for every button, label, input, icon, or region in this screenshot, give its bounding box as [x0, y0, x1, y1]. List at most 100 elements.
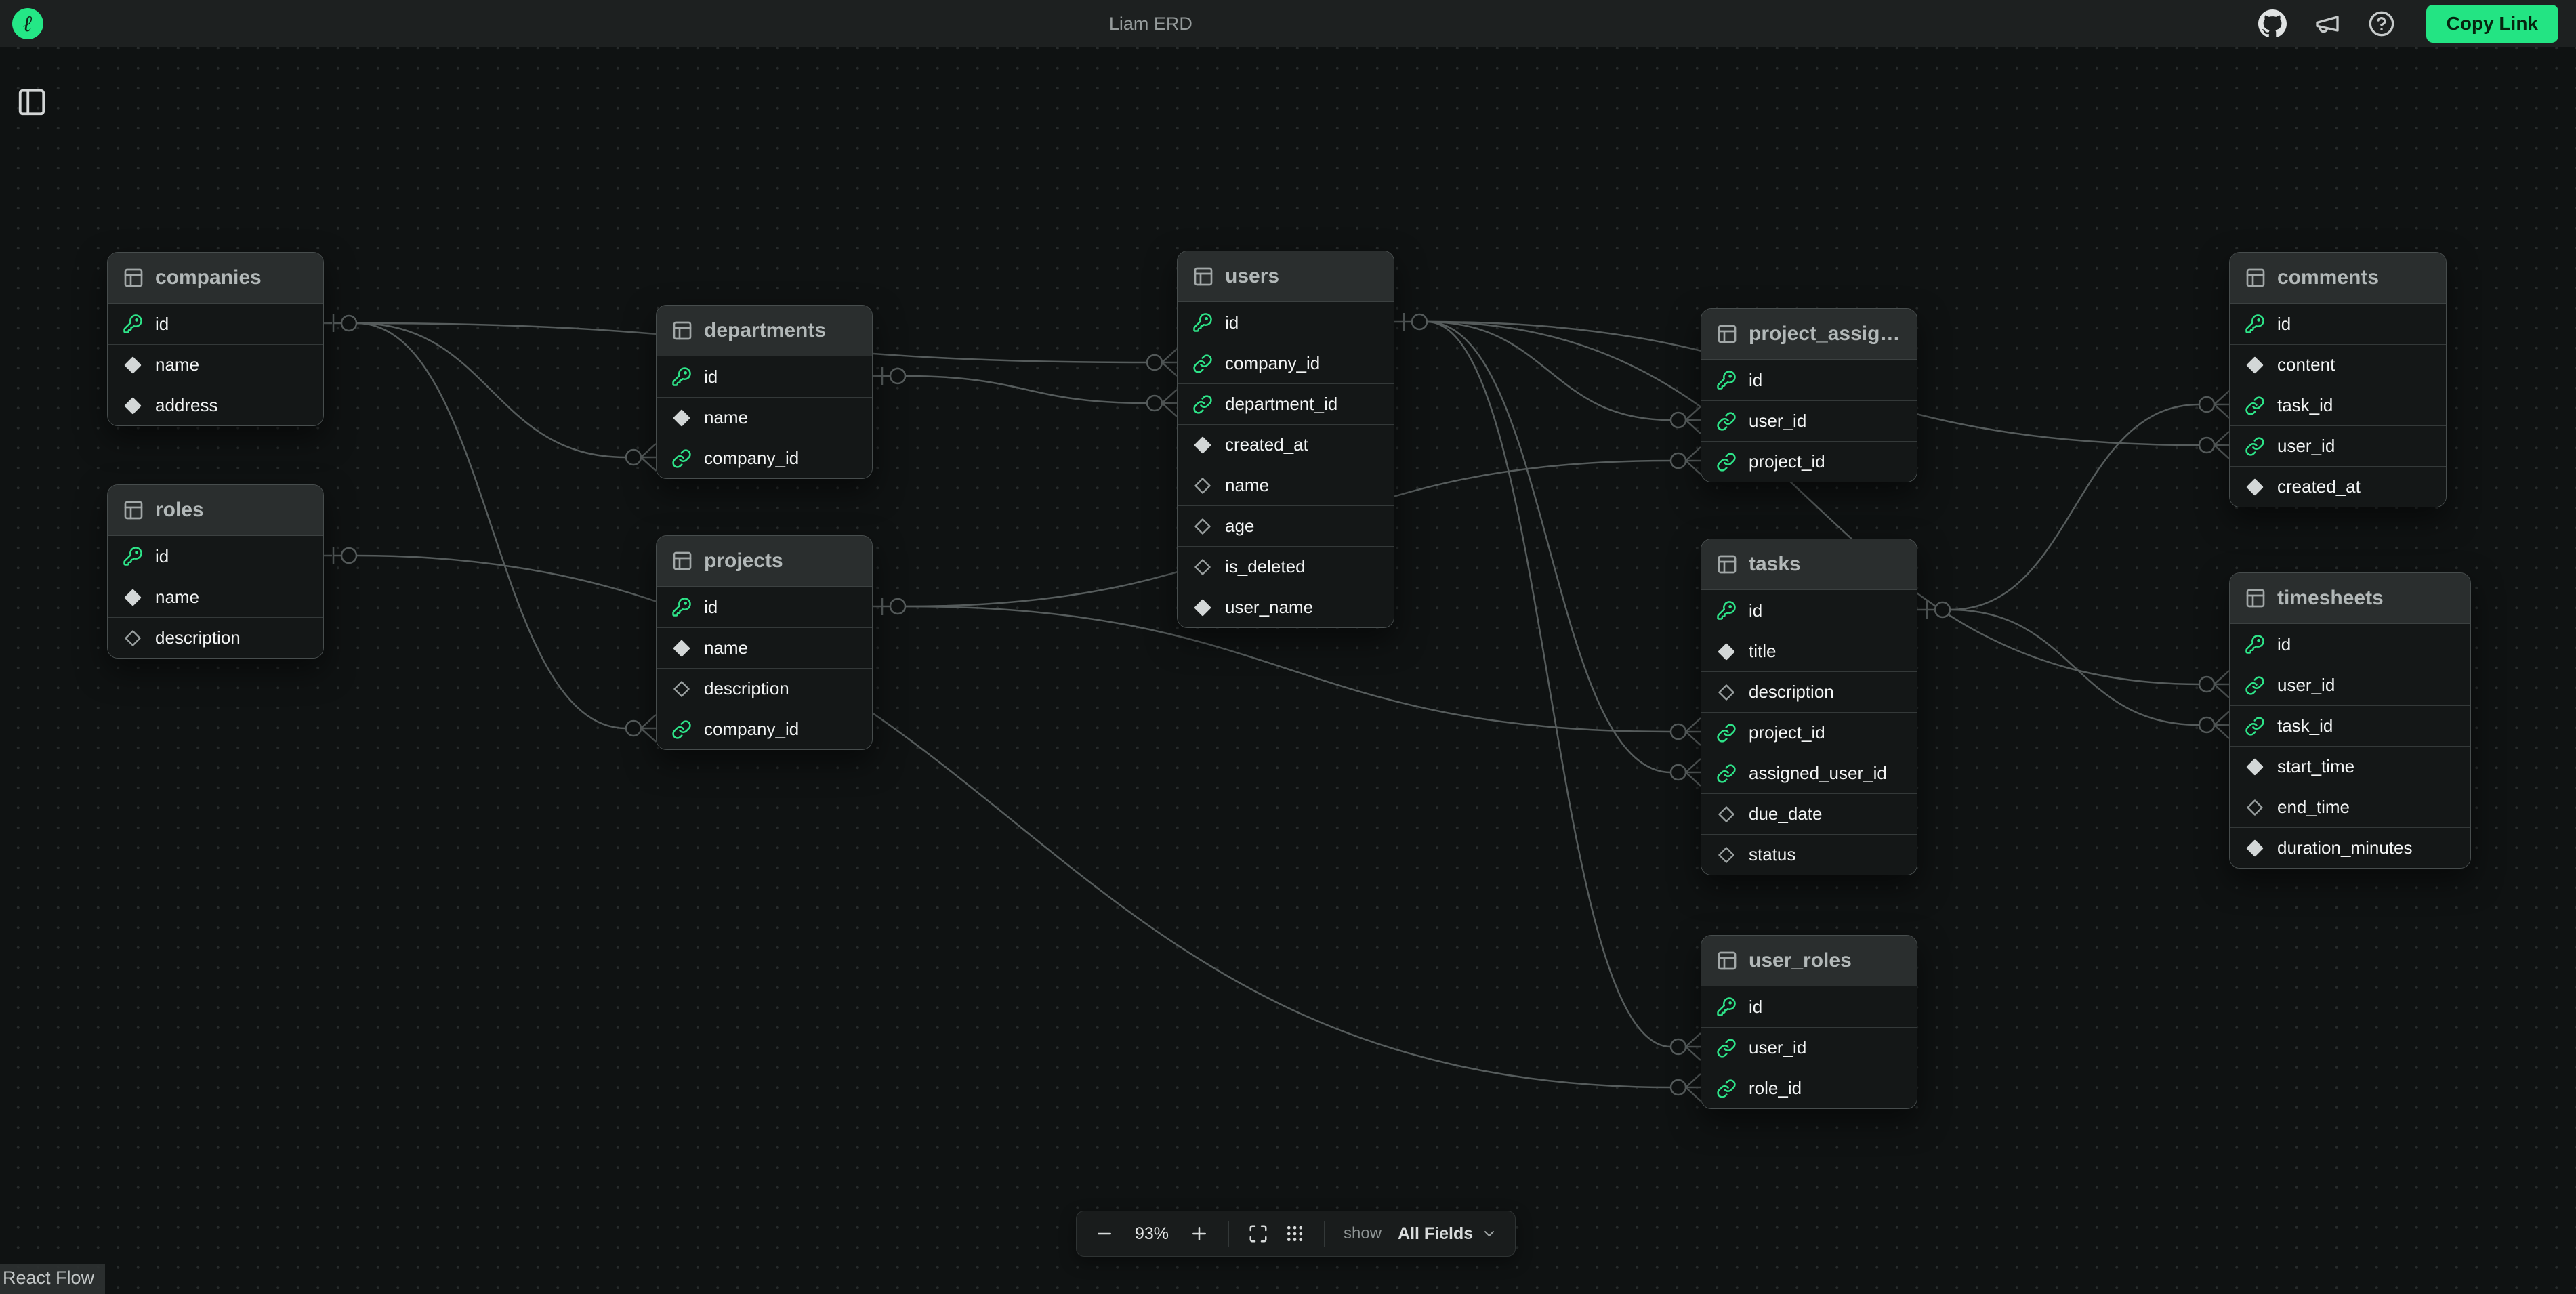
table-header-roles[interactable]: roles	[108, 485, 323, 536]
minus-icon	[1094, 1224, 1115, 1244]
table-header-user_roles[interactable]: user_roles	[1701, 936, 1917, 986]
column-row-users-name[interactable]: name	[1178, 465, 1394, 505]
github-button[interactable]	[2258, 9, 2287, 38]
column-row-user_roles-id[interactable]: id	[1701, 986, 1917, 1027]
edge-roles-id-to-user_roles-role_id[interactable]	[324, 547, 1701, 1101]
column-row-timesheets-id[interactable]: id	[2230, 624, 2470, 665]
table-node-projects[interactable]: projectsidnamedescriptioncompany_id	[656, 535, 873, 750]
fit-view-button[interactable]	[1248, 1224, 1268, 1244]
column-row-users-age[interactable]: age	[1178, 505, 1394, 546]
copy-link-button[interactable]: Copy Link	[2426, 5, 2558, 43]
zoom-in-button[interactable]	[1189, 1224, 1209, 1244]
zoom-out-button[interactable]	[1094, 1224, 1115, 1244]
column-row-timesheets-end_time[interactable]: end_time	[2230, 787, 2470, 827]
primary-key-icon	[123, 314, 143, 334]
show-fields-label: show	[1344, 1224, 1382, 1243]
column-row-user_roles-user_id[interactable]: user_id	[1701, 1027, 1917, 1068]
column-row-roles-description[interactable]: description	[108, 617, 323, 658]
column-row-comments-task_id[interactable]: task_id	[2230, 385, 2446, 425]
column-row-companies-address[interactable]: address	[108, 385, 323, 425]
column-row-comments-content[interactable]: content	[2230, 344, 2446, 385]
column-row-timesheets-task_id[interactable]: task_id	[2230, 705, 2470, 746]
fields-filter-dropdown[interactable]: All Fields	[1398, 1224, 1497, 1244]
column-row-user_roles-role_id[interactable]: role_id	[1701, 1068, 1917, 1108]
column-row-companies-id[interactable]: id	[108, 304, 323, 344]
column-row-projects-name[interactable]: name	[657, 627, 872, 668]
column-name: id	[704, 367, 718, 388]
edge-users-id-to-user_roles-user_id[interactable]	[1427, 322, 1701, 1060]
column-row-comments-id[interactable]: id	[2230, 304, 2446, 344]
primary-key-icon	[1716, 997, 1737, 1017]
column-row-departments-name[interactable]: name	[657, 397, 872, 438]
table-header-departments[interactable]: departments	[657, 306, 872, 356]
table-node-roles[interactable]: roles id name description	[107, 484, 324, 659]
column-row-users-company_id[interactable]: company_id	[1178, 343, 1394, 383]
column-row-users-department_id[interactable]: department_id	[1178, 383, 1394, 424]
help-button[interactable]	[2368, 10, 2395, 37]
column-name: end_time	[2277, 797, 2350, 818]
column-row-tasks-description[interactable]: description	[1701, 671, 1917, 712]
column-name: name	[155, 587, 199, 608]
column-row-projects-description[interactable]: description	[657, 668, 872, 709]
column-row-roles-name[interactable]: name	[108, 577, 323, 617]
edge-companies-id-to-departments-company_id[interactable]	[324, 314, 656, 471]
column-name: id	[2277, 314, 2291, 335]
primary-key-icon	[1192, 312, 1213, 333]
table-node-timesheets[interactable]: timesheetsid user_id task_idstart_time end_…	[2229, 572, 2471, 869]
column-row-project_assignments-project_id[interactable]: project_id	[1701, 441, 1917, 482]
column-name: user_id	[2277, 675, 2335, 696]
column-row-project_assignments-id[interactable]: id	[1701, 360, 1917, 400]
react-flow-attribution[interactable]: React Flow	[0, 1264, 105, 1294]
liam-logo[interactable]: ℓ	[12, 8, 43, 39]
table-node-departments[interactable]: departments id namecompany_id	[656, 305, 873, 479]
edge-users-id-to-project_assignments-user_id[interactable]	[1394, 313, 1701, 434]
column-row-tasks-assigned_user_id[interactable]: assigned_user_id	[1701, 753, 1917, 793]
column-row-companies-name[interactable]: name	[108, 344, 323, 385]
column-row-project_assignments-user_id[interactable]: user_id	[1701, 400, 1917, 441]
edge-companies-id-to-projects-company_id[interactable]	[356, 323, 656, 742]
column-row-projects-id[interactable]: id	[657, 587, 872, 627]
column-row-users-is_deleted[interactable]: is_deleted	[1178, 546, 1394, 587]
column-name: id	[155, 546, 169, 567]
sidebar-toggle-button[interactable]	[16, 87, 47, 118]
column-row-comments-user_id[interactable]: user_id	[2230, 425, 2446, 466]
table-header-comments[interactable]: comments	[2230, 253, 2446, 304]
column-row-tasks-due_date[interactable]: due_date	[1701, 793, 1917, 834]
column-row-tasks-project_id[interactable]: project_id	[1701, 712, 1917, 753]
table-header-tasks[interactable]: tasks	[1701, 539, 1917, 590]
table-node-user_roles[interactable]: user_rolesiduser_idrole_id	[1701, 935, 1917, 1109]
table-node-project_assignments[interactable]: project_assignmentsiduser_idproject_id	[1701, 308, 1917, 482]
table-node-users[interactable]: usersidcompany_iddepartment_idcreated_at…	[1177, 251, 1394, 628]
primary-key-icon	[2245, 314, 2265, 334]
column-row-users-user_name[interactable]: user_name	[1178, 587, 1394, 627]
column-row-departments-id[interactable]: id	[657, 356, 872, 397]
column-row-users-id[interactable]: id	[1178, 302, 1394, 343]
erd-canvas[interactable]: companiesidnameaddressrolesidnamedescrip…	[0, 47, 2576, 1294]
table-node-tasks[interactable]: tasksidtitledescriptionproject_idassigne…	[1701, 539, 1917, 875]
table-header-timesheets[interactable]: timesheets	[2230, 573, 2470, 624]
column-row-roles-id[interactable]: id	[108, 536, 323, 577]
edge-tasks-id-to-timesheets-task_id[interactable]	[1950, 610, 2229, 738]
tidy-up-button[interactable]	[1285, 1224, 1305, 1244]
table-header-companies[interactable]: companies	[108, 253, 323, 304]
column-name: due_date	[1749, 803, 1822, 825]
table-icon	[1716, 950, 1738, 972]
column-row-projects-company_id[interactable]: company_id	[657, 709, 872, 749]
column-row-tasks-status[interactable]: status	[1701, 834, 1917, 875]
column-row-timesheets-duration_minutes[interactable]: duration_minutes	[2230, 827, 2470, 868]
column-row-timesheets-user_id[interactable]: user_id	[2230, 665, 2470, 705]
table-node-companies[interactable]: companiesidnameaddress	[107, 252, 324, 426]
column-row-tasks-title[interactable]: title	[1701, 631, 1917, 671]
column-row-tasks-id[interactable]: id	[1701, 590, 1917, 631]
table-header-projects[interactable]: projects	[657, 536, 872, 587]
column-row-users-created_at[interactable]: created_at	[1178, 424, 1394, 465]
release-notes-button[interactable]	[2314, 10, 2341, 37]
table-node-comments[interactable]: comments id contenttask_iduser_idcreated_a…	[2229, 252, 2447, 507]
column-row-departments-company_id[interactable]: company_id	[657, 438, 872, 478]
column-row-timesheets-start_time[interactable]: start_time	[2230, 746, 2470, 787]
column-name: description	[155, 627, 241, 648]
table-header-users[interactable]: users	[1178, 251, 1394, 302]
column-row-comments-created_at[interactable]: created_at	[2230, 466, 2446, 507]
table-header-project_assignments[interactable]: project_assignments	[1701, 309, 1917, 360]
edge-departments-id-to-users-department_id[interactable]	[873, 367, 1177, 417]
